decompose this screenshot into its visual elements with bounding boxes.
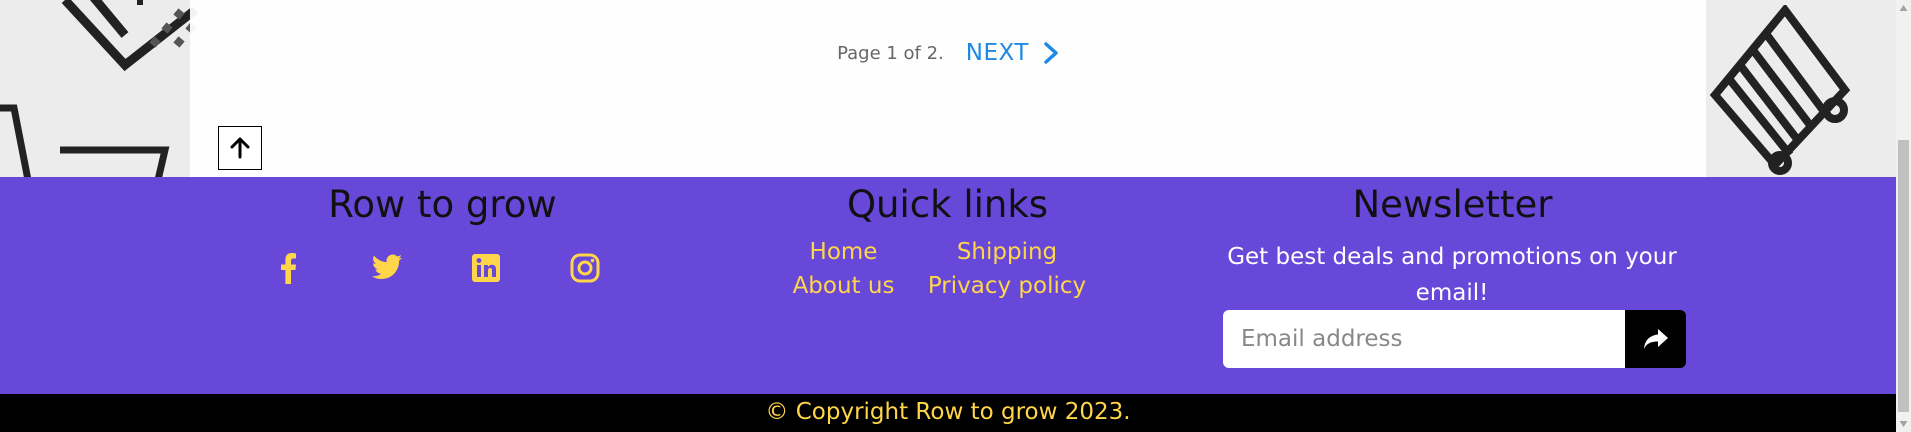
scroll-down-arrow-icon[interactable]	[1899, 420, 1908, 428]
scroll-up-arrow-icon[interactable]	[1899, 4, 1908, 12]
newsletter-title: Newsletter	[1352, 183, 1553, 226]
arrow-up-icon	[230, 137, 250, 159]
link-about-us[interactable]: About us	[770, 273, 917, 299]
twitter-icon[interactable]	[369, 250, 405, 286]
back-to-top-button[interactable]	[218, 126, 262, 170]
chevron-right-icon	[1044, 42, 1058, 64]
newsletter-form	[1223, 310, 1686, 368]
share-arrow-icon	[1643, 329, 1668, 349]
cart-doodle-right-icon	[1709, 5, 1851, 175]
facebook-icon[interactable]	[270, 250, 306, 286]
content-panel: Page 1 of 2. NEXT	[190, 0, 1706, 177]
link-privacy-policy[interactable]: Privacy policy	[917, 273, 1097, 299]
laptop-doodle-icon	[61, 0, 198, 72]
brand-title: Row to grow	[328, 183, 557, 226]
footer: Row to grow Quick links Home Shipping Ab…	[0, 177, 1896, 394]
linkedin-icon[interactable]	[468, 250, 504, 286]
pagination: Page 1 of 2. NEXT	[190, 40, 1706, 66]
newsletter-submit-button[interactable]	[1625, 310, 1686, 368]
next-label: NEXT	[965, 40, 1029, 66]
page-info: Page 1 of 2.	[837, 42, 944, 64]
copyright: © Copyright Row to grow 2023.	[0, 394, 1896, 432]
email-input[interactable]	[1223, 310, 1625, 368]
quick-links-title: Quick links	[846, 183, 1049, 226]
quick-links: Home Shipping About us Privacy policy	[770, 239, 1097, 299]
scroll-thumb[interactable]	[1898, 140, 1909, 412]
cart-doodle-icon	[0, 104, 170, 177]
link-shipping[interactable]: Shipping	[917, 239, 1097, 265]
next-page-link[interactable]: NEXT	[966, 40, 1059, 66]
instagram-icon[interactable]	[567, 250, 603, 286]
scrollbar[interactable]	[1896, 0, 1911, 432]
social-links	[270, 250, 603, 286]
newsletter-description: Get best deals and promotions on your em…	[1227, 244, 1677, 306]
link-home[interactable]: Home	[770, 239, 917, 265]
